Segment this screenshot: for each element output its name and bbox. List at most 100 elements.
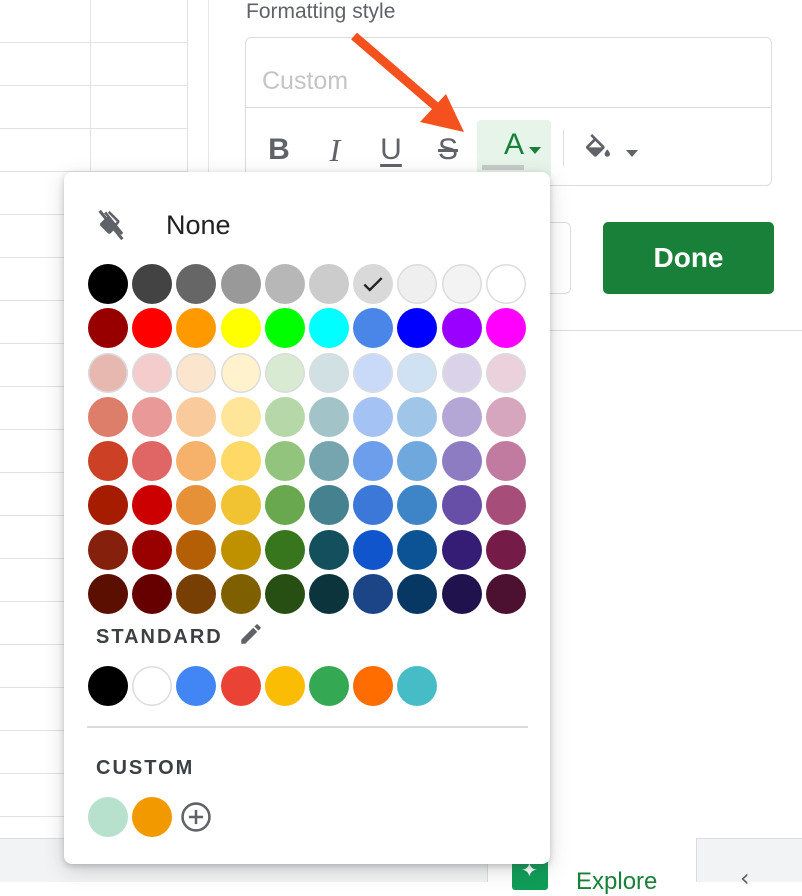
standard-color-swatch[interactable] [132, 666, 173, 706]
color-swatch[interactable] [220, 396, 261, 437]
color-swatch[interactable] [132, 264, 173, 304]
color-swatch[interactable] [397, 529, 438, 570]
color-swatch[interactable] [176, 264, 217, 304]
color-swatch[interactable] [308, 308, 349, 349]
color-swatch[interactable] [88, 308, 128, 349]
standard-color-swatch[interactable] [264, 666, 305, 706]
color-swatch[interactable] [264, 485, 305, 526]
color-swatch[interactable] [485, 529, 526, 570]
color-swatch[interactable] [220, 308, 261, 349]
color-swatch[interactable] [264, 396, 305, 437]
color-swatch[interactable] [397, 574, 438, 615]
color-swatch[interactable] [132, 441, 173, 482]
color-swatch[interactable] [353, 264, 394, 304]
color-swatch[interactable] [441, 529, 482, 570]
standard-color-swatch[interactable] [397, 666, 438, 706]
collapse-panel-icon[interactable]: ‹ [740, 864, 750, 892]
color-swatch[interactable] [264, 529, 305, 570]
color-swatch[interactable] [397, 485, 438, 526]
bold-button[interactable]: B [264, 124, 294, 176]
color-swatch[interactable] [397, 396, 438, 437]
color-swatch[interactable] [485, 264, 526, 304]
color-swatch[interactable] [132, 485, 173, 526]
color-swatch[interactable] [308, 574, 349, 615]
pencil-icon[interactable] [238, 621, 264, 647]
color-swatch[interactable] [397, 264, 438, 304]
color-swatch[interactable] [220, 485, 261, 526]
color-swatch[interactable] [88, 396, 128, 437]
color-swatch[interactable] [397, 352, 438, 393]
color-swatch[interactable] [220, 264, 261, 304]
text-color-button[interactable]: A [477, 120, 551, 178]
color-swatch[interactable] [176, 308, 217, 349]
color-swatch[interactable] [308, 485, 349, 526]
color-swatch[interactable] [353, 396, 394, 437]
done-button[interactable]: Done [603, 222, 774, 294]
add-custom-color-icon[interactable] [176, 797, 216, 837]
color-swatch[interactable] [441, 352, 482, 393]
color-swatch[interactable] [441, 264, 482, 304]
color-swatch[interactable] [132, 574, 173, 615]
color-swatch[interactable] [88, 264, 128, 304]
color-swatch[interactable] [308, 352, 349, 393]
color-swatch[interactable] [308, 441, 349, 482]
color-swatch[interactable] [176, 396, 217, 437]
color-swatch[interactable] [353, 441, 394, 482]
color-swatch[interactable] [397, 441, 438, 482]
color-swatch[interactable] [132, 352, 173, 393]
color-swatch[interactable] [264, 441, 305, 482]
standard-color-swatch[interactable] [220, 666, 261, 706]
fill-color-button[interactable] [582, 124, 644, 176]
standard-section-label: STANDARD [96, 626, 223, 648]
color-swatch[interactable] [441, 308, 482, 349]
color-swatch[interactable] [220, 574, 261, 615]
color-swatch[interactable] [176, 574, 217, 615]
formatting-style-input[interactable] [246, 38, 771, 108]
color-swatch[interactable] [308, 264, 349, 304]
color-swatch[interactable] [264, 264, 305, 304]
color-swatch[interactable] [88, 574, 128, 615]
color-swatch[interactable] [176, 352, 217, 393]
color-swatch[interactable] [441, 485, 482, 526]
standard-color-swatch[interactable] [176, 666, 217, 706]
standard-color-swatch[interactable] [353, 666, 394, 706]
color-swatch[interactable] [264, 352, 305, 393]
color-swatch[interactable] [264, 574, 305, 615]
color-swatch[interactable] [485, 352, 526, 393]
color-swatch[interactable] [176, 441, 217, 482]
color-swatch[interactable] [132, 308, 173, 349]
color-swatch[interactable] [441, 574, 482, 615]
custom-color-swatch[interactable] [88, 797, 128, 837]
color-swatch[interactable] [264, 308, 305, 349]
color-swatch[interactable] [176, 485, 217, 526]
color-swatch[interactable] [485, 485, 526, 526]
color-swatch[interactable] [220, 441, 261, 482]
color-swatch[interactable] [220, 352, 261, 393]
color-swatch[interactable] [132, 529, 173, 570]
color-swatch[interactable] [88, 441, 128, 482]
color-swatch[interactable] [485, 574, 526, 615]
custom-color-swatch[interactable] [132, 797, 173, 837]
none-color-option[interactable]: None [94, 202, 231, 248]
color-swatch[interactable] [308, 396, 349, 437]
color-swatch[interactable] [88, 485, 128, 526]
color-swatch[interactable] [353, 529, 394, 570]
color-swatch[interactable] [308, 529, 349, 570]
color-swatch[interactable] [220, 529, 261, 570]
color-swatch[interactable] [132, 396, 173, 437]
color-swatch[interactable] [353, 485, 394, 526]
color-swatch[interactable] [485, 308, 526, 349]
color-swatch[interactable] [88, 352, 128, 393]
color-swatch[interactable] [485, 396, 526, 437]
color-swatch[interactable] [441, 441, 482, 482]
color-swatch[interactable] [485, 441, 526, 482]
color-swatch[interactable] [397, 308, 438, 349]
color-swatch[interactable] [353, 352, 394, 393]
standard-color-swatch[interactable] [308, 666, 349, 706]
color-swatch[interactable] [88, 529, 128, 570]
color-swatch[interactable] [176, 529, 217, 570]
standard-color-swatch[interactable] [88, 666, 128, 706]
color-swatch[interactable] [353, 574, 394, 615]
color-swatch[interactable] [441, 396, 482, 437]
color-swatch[interactable] [353, 308, 394, 349]
